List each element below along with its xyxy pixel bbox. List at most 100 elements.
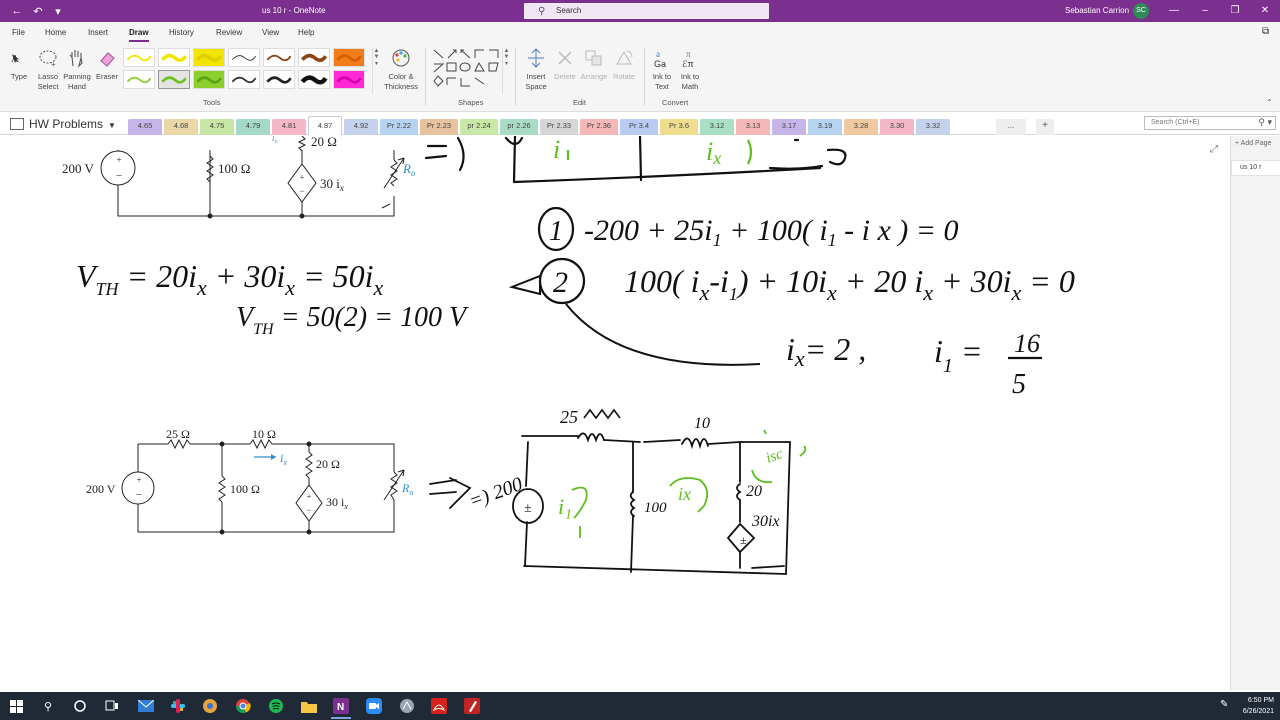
section-tab[interactable]: pr 2.26 — [500, 119, 538, 135]
avatar[interactable]: SC — [1133, 3, 1149, 19]
tab-insert[interactable]: Insert — [88, 28, 108, 37]
panning-hand-button[interactable]: Panning Hand — [62, 48, 92, 92]
section-tab[interactable]: Pr 2.22 — [380, 119, 418, 135]
tab-home[interactable]: Home — [45, 28, 66, 37]
pen-black-thick[interactable] — [298, 70, 330, 89]
chrome-canary-icon[interactable] — [200, 696, 220, 716]
rotate-button[interactable]: Rotate — [609, 48, 639, 82]
spotify-icon[interactable] — [266, 696, 286, 716]
ink-sketch-30ix: 30ix — [751, 513, 780, 530]
pen-green-thin[interactable] — [123, 70, 155, 89]
notebook-selector[interactable]: HW Problems ▼ — [10, 117, 116, 131]
minimize-icon[interactable]: — — [1165, 2, 1183, 20]
minimize-window-icon[interactable]: – — [1196, 2, 1214, 20]
ink-eq2-label: 2 — [553, 266, 568, 299]
collapse-ribbon-icon[interactable]: ⌃ — [1266, 98, 1273, 107]
section-tab[interactable]: 4.65 — [128, 119, 162, 135]
app-icon[interactable] — [397, 696, 417, 716]
pen-pink-highlighter[interactable] — [333, 70, 365, 89]
search-icon[interactable]: ⚲ — [38, 696, 58, 716]
pen-yellow-highlighter[interactable] — [193, 48, 225, 67]
ink-result-num: 16 — [1014, 329, 1040, 358]
share-icon[interactable]: ⧉ — [1262, 26, 1269, 37]
section-tab[interactable]: pr 2.24 — [460, 119, 498, 135]
onenote-icon[interactable]: N — [331, 696, 351, 716]
mail-icon[interactable] — [136, 696, 156, 716]
pen-green-highlighter[interactable] — [193, 70, 225, 89]
lasso-select-button[interactable]: + Lasso Select — [34, 48, 62, 92]
section-tab[interactable]: Pr 2.36 — [580, 119, 618, 135]
tab-help[interactable]: Help — [298, 28, 314, 37]
section-tab[interactable]: Pr 2.33 — [540, 119, 578, 135]
pen-yellow-thin[interactable] — [123, 48, 155, 67]
pen-brown-thick[interactable] — [298, 48, 330, 67]
system-clock[interactable]: 6:50 PM 6/26/2021 — [1240, 695, 1274, 717]
pen-black[interactable] — [228, 70, 260, 89]
slack-icon[interactable] — [168, 696, 188, 716]
pen-yellow[interactable] — [158, 48, 190, 67]
pen-app-icon[interactable] — [462, 696, 482, 716]
section-tab[interactable]: 4.92 — [344, 119, 378, 135]
section-tab[interactable]: 4.75 — [200, 119, 234, 135]
pen-black-thin[interactable] — [228, 48, 260, 67]
acrobat-icon[interactable] — [429, 696, 449, 716]
expand-icon[interactable]: ⤢ — [1210, 144, 1218, 155]
arrange-button[interactable]: Arrange — [578, 48, 610, 82]
arrange-label: Arrange — [580, 72, 608, 81]
section-tab[interactable]: 4.81 — [272, 119, 306, 135]
tab-review[interactable]: Review — [216, 28, 242, 37]
windows-start-icon[interactable] — [6, 696, 26, 716]
undo-icon[interactable]: ↶ — [31, 4, 45, 18]
add-page-button[interactable]: + Add Page — [1235, 140, 1271, 147]
section-tab[interactable]: 4.87 — [308, 116, 342, 135]
section-tab[interactable]: 3.17 — [772, 119, 806, 135]
zoom-icon[interactable] — [364, 696, 384, 716]
tab-draw[interactable]: Draw — [129, 28, 149, 42]
tab-history[interactable]: History — [169, 28, 194, 37]
shapes-gallery[interactable] — [432, 48, 502, 90]
pen-gallery-scroll[interactable]: ▲ ▼ ▾ — [372, 48, 380, 94]
delete-button[interactable]: Delete — [551, 48, 579, 82]
pen-orange-highlighter[interactable] — [333, 48, 365, 67]
user-name[interactable]: Sebastian Carrion — [1065, 6, 1129, 15]
eraser-button[interactable]: Eraser — [94, 48, 120, 82]
chrome-icon[interactable] — [233, 696, 253, 716]
restore-icon[interactable]: ❐ — [1226, 2, 1244, 20]
file-explorer-icon[interactable] — [299, 696, 319, 716]
add-section-button[interactable]: + — [1036, 119, 1054, 135]
section-tab[interactable]: 3.12 — [700, 119, 734, 135]
section-tab[interactable]: Pr 2.23 — [420, 119, 458, 135]
pen-green-selected[interactable] — [158, 70, 190, 89]
type-button[interactable]: A Type — [6, 48, 32, 82]
section-tab[interactable]: 3.32 — [916, 119, 950, 135]
back-icon[interactable]: ← — [10, 4, 24, 18]
note-canvas[interactable]: + − + − 200 V 100 Ω 20 Ω 30 ix Ro ix i i… — [0, 136, 1230, 690]
page-item[interactable]: us 10 r — [1231, 160, 1280, 176]
shapes-gallery-scroll[interactable]: ▲ ▼ ▾ — [502, 48, 510, 94]
pen-workspace-icon[interactable]: ✎ — [1220, 699, 1228, 710]
section-tab[interactable]: Pr 3.4 — [620, 119, 658, 135]
cortana-icon[interactable] — [70, 696, 90, 716]
search-box[interactable]: ⚲ Search — [524, 3, 769, 19]
section-tab[interactable]: 3.19 — [808, 119, 842, 135]
close-icon[interactable]: ✕ — [1256, 2, 1274, 20]
ink-to-text-button[interactable]: a Ga Ink to Text — [648, 48, 676, 92]
tab-file[interactable]: File — [12, 28, 25, 37]
more-sections-button[interactable]: ... — [996, 119, 1026, 135]
section-tab[interactable]: 3.28 — [844, 119, 878, 135]
section-tab[interactable]: 3.13 — [736, 119, 770, 135]
page-search-box[interactable]: Search (Ctrl+E) ⚲ ▾ — [1144, 116, 1276, 130]
customize-quick-access-icon[interactable]: ▾ — [51, 4, 65, 18]
ro-label-top: Ro — [402, 161, 416, 178]
ink-to-math-button[interactable]: π ℰπ Ink to Math — [676, 48, 704, 92]
pen-brown[interactable] — [263, 48, 295, 67]
tab-view[interactable]: View — [262, 28, 279, 37]
section-tab[interactable]: Pr 3.6 — [660, 119, 698, 135]
task-view-icon[interactable] — [102, 696, 122, 716]
section-tab[interactable]: 4.79 — [236, 119, 270, 135]
section-tab[interactable]: 3.30 — [880, 119, 914, 135]
section-tab[interactable]: 4.68 — [164, 119, 198, 135]
color-thickness-button[interactable]: Color & Thickness — [382, 48, 420, 92]
pen-black-medium[interactable] — [263, 70, 295, 89]
insert-space-button[interactable]: Insert Space — [520, 48, 552, 92]
